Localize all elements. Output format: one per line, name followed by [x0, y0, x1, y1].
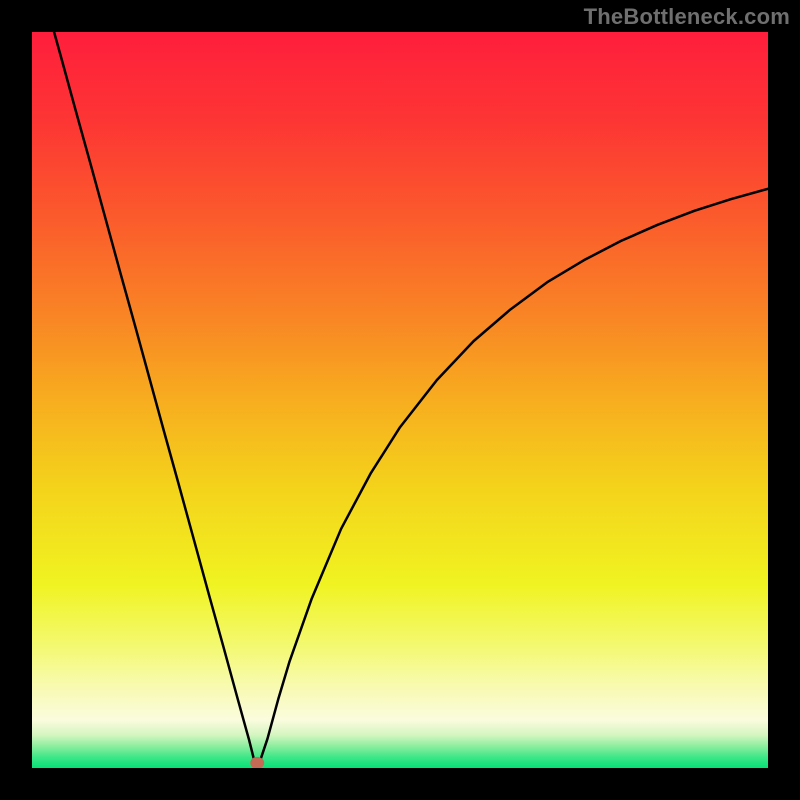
bottleneck-chart [0, 0, 800, 800]
watermark-text: TheBottleneck.com [584, 4, 790, 30]
optimal-point-marker [250, 757, 264, 769]
chart-frame: TheBottleneck.com [0, 0, 800, 800]
gradient-background [32, 32, 768, 768]
